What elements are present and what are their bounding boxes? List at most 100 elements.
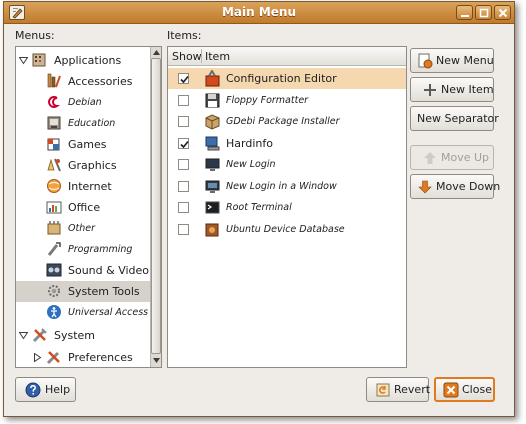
tree-scrollbar[interactable] (150, 47, 161, 367)
window-close-button[interactable] (494, 5, 511, 20)
applications-icon (32, 53, 46, 67)
minimize-button[interactable] (456, 5, 473, 20)
help-label: Help (45, 383, 71, 396)
help-icon (25, 382, 41, 398)
show-checkbox[interactable] (178, 159, 189, 170)
table-header: Show Item (168, 47, 406, 66)
close-button[interactable]: Close (434, 377, 495, 402)
show-checkbox[interactable] (178, 224, 189, 235)
item-label: New Login (226, 159, 276, 170)
expander-expanded-icon[interactable] (19, 331, 28, 340)
maximize-button[interactable] (475, 5, 492, 20)
menus-label: Menus: (15, 29, 55, 42)
show-checkbox[interactable] (178, 202, 189, 213)
tree-item-label: System Tools (68, 285, 140, 298)
maximize-icon (479, 8, 489, 18)
close-icon (498, 8, 508, 18)
show-checkbox[interactable] (178, 73, 189, 84)
column-header-item[interactable]: Item (205, 50, 230, 63)
new-item-icon (424, 84, 436, 96)
tree-item-accessories[interactable]: Accessories (16, 71, 151, 92)
tree-item-label: Accessories (68, 75, 133, 88)
tree-item-office[interactable]: Office (16, 197, 151, 218)
title-bar[interactable]: Main Menu (4, 2, 514, 24)
tree-item-programming[interactable]: Programming (16, 239, 151, 260)
tree-item-preferences[interactable]: Preferences (16, 347, 151, 367)
new-item-button[interactable]: New Item (410, 77, 494, 102)
tree-item-label: Applications (54, 54, 122, 67)
item-label: Root Terminal (226, 202, 292, 213)
new-separator-button[interactable]: New Separator (410, 106, 499, 131)
table-row[interactable]: Root Terminal (168, 197, 406, 218)
accessories-icon (47, 73, 61, 88)
tree-item-applications[interactable]: Applications (16, 50, 151, 71)
system-tools-icon (48, 285, 60, 297)
scroll-down-icon[interactable] (152, 356, 161, 366)
system-icon (32, 328, 47, 343)
items-label: Items: (167, 29, 202, 42)
show-checkbox[interactable] (178, 181, 189, 192)
move-down-button[interactable]: Move Down (410, 174, 500, 199)
item-label: New Login in a Window (226, 181, 337, 192)
expander-expanded-icon[interactable] (19, 56, 28, 65)
scroll-up-icon[interactable] (152, 48, 161, 58)
tree-item-label: Games (68, 138, 107, 151)
table-row[interactable]: Configuration Editor (168, 68, 406, 89)
tree-item-sound-video[interactable]: Sound & Video (16, 260, 151, 281)
tree-item-universal-access[interactable]: Universal Access (16, 302, 151, 323)
tree-item-debian[interactable]: Debian (16, 92, 151, 113)
table-row[interactable]: GDebi Package Installer (168, 111, 406, 132)
revert-button[interactable]: Revert (366, 377, 431, 402)
table-row[interactable]: Ubuntu Device Database (168, 219, 406, 240)
tree-item-internet[interactable]: Internet (16, 176, 151, 197)
expander-collapsed-icon[interactable] (33, 353, 42, 362)
new-menu-button[interactable]: New Menu (410, 48, 494, 73)
item-label: Ubuntu Device Database (226, 224, 345, 235)
window-title: Main Menu (221, 5, 297, 19)
move-down-label: Move Down (436, 180, 501, 193)
revert-label: Revert (394, 383, 431, 396)
new-separator-label: New Separator (417, 112, 499, 125)
table-row[interactable]: New Login in a Window (168, 176, 406, 197)
floppy-icon (205, 93, 220, 108)
move-up-button[interactable]: Move Up (410, 145, 494, 170)
item-label: GDebi Package Installer (226, 116, 340, 127)
tree-item-label: Internet (68, 180, 112, 193)
tree-item-system-tools[interactable]: System Tools (16, 281, 151, 302)
device-database-icon (205, 223, 219, 237)
items-table[interactable]: Show Item Configuration Editor Floppy Fo… (167, 46, 407, 368)
scrollbar-thumb[interactable] (151, 58, 161, 354)
tree-item-label: Education (68, 118, 116, 129)
other-icon (47, 221, 61, 235)
tree-item-label: Graphics (68, 159, 117, 172)
tree-item-label: Universal Access (68, 307, 149, 318)
table-row[interactable]: Hardinfo (168, 133, 406, 154)
new-menu-icon (418, 53, 433, 69)
show-checkbox[interactable] (178, 138, 189, 149)
login-window-icon (205, 180, 220, 193)
tree-item-education[interactable]: Education (16, 113, 151, 134)
table-row[interactable]: New Login (168, 154, 406, 175)
games-icon (47, 138, 60, 151)
column-header-show[interactable]: Show (172, 50, 202, 63)
show-checkbox[interactable] (178, 95, 189, 106)
show-checkbox[interactable] (178, 116, 189, 127)
internet-icon (47, 179, 61, 193)
minimize-icon (461, 15, 469, 17)
tree-item-label: Sound & Video (68, 264, 150, 277)
tree-item-games[interactable]: Games (16, 134, 151, 155)
item-label: Floppy Formatter (226, 95, 309, 106)
graphics-icon (47, 158, 61, 172)
table-row[interactable]: Floppy Formatter (168, 90, 406, 111)
help-button[interactable]: Help (15, 377, 76, 402)
checkmark-icon (180, 140, 189, 149)
item-label: Configuration Editor (226, 72, 337, 85)
sound-video-icon (46, 263, 62, 277)
tree-item-system[interactable]: System (16, 325, 151, 346)
menus-tree[interactable]: Applications Accessories Debian Educatio… (15, 46, 162, 368)
close-label: Close (462, 383, 492, 396)
tree-item-other[interactable]: Other (16, 218, 151, 239)
tree-item-graphics[interactable]: Graphics (16, 155, 151, 176)
hardinfo-icon (205, 136, 220, 151)
preferences-icon (46, 351, 60, 365)
